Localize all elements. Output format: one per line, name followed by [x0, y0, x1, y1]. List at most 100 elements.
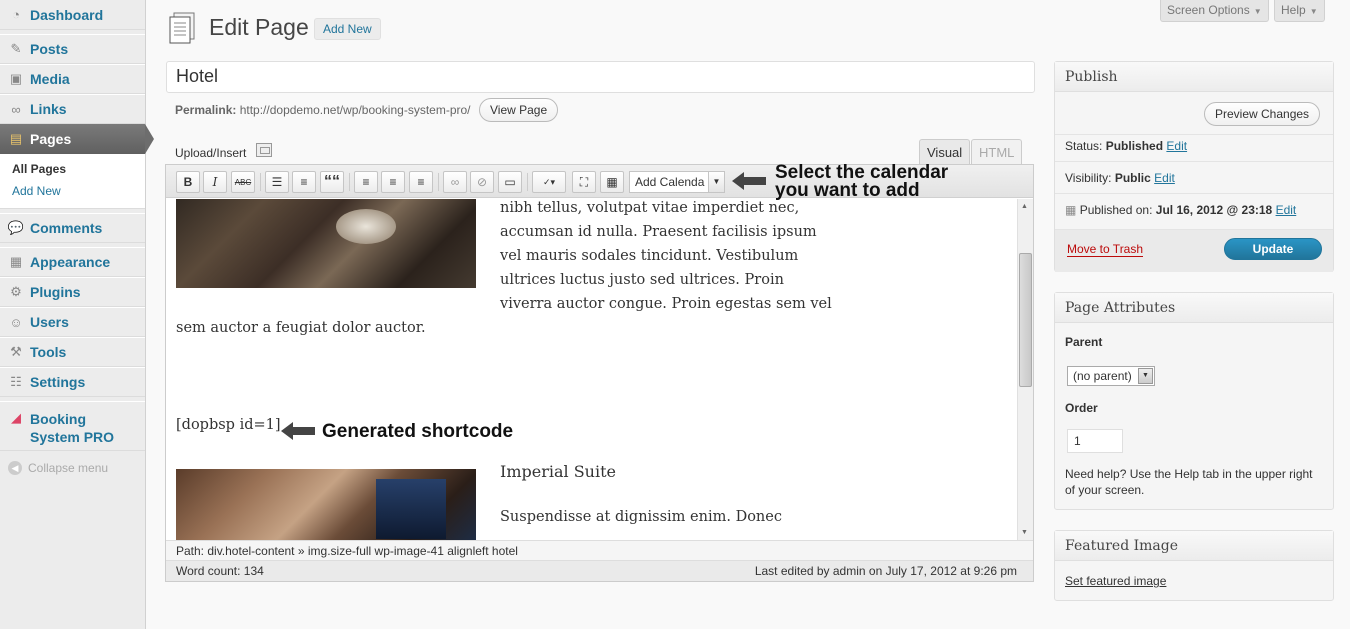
- update-button[interactable]: Update: [1224, 238, 1322, 260]
- suite-heading: Imperial Suite: [500, 462, 616, 481]
- editor: B I ABC ☰ ≡ ““ ≡ ≡ ≡ ∞ ⊘ ▭ ✓▾ ⛶ ▦ Add Ca…: [165, 164, 1034, 582]
- unlink-icon: ⊘: [476, 175, 488, 189]
- add-new-button[interactable]: Add New: [314, 18, 381, 40]
- plugin-icon: ⚙: [10, 284, 22, 299]
- menu-dashboard[interactable]: ◔ Dashboard: [0, 0, 145, 30]
- menu-label: Comments: [30, 220, 103, 236]
- menu-pages[interactable]: ▤ Pages: [0, 124, 154, 154]
- move-to-trash-link[interactable]: Move to Trash: [1067, 242, 1144, 257]
- screen-options-label: Screen Options: [1167, 3, 1250, 17]
- chevron-down-icon: ▼: [708, 172, 724, 192]
- more-tag-button[interactable]: ▭: [498, 171, 522, 193]
- add-calendar-select[interactable]: Add Calenda ▼: [629, 171, 725, 193]
- edit-visibility-link[interactable]: Edit: [1154, 171, 1175, 185]
- order-input[interactable]: 1: [1067, 429, 1123, 453]
- visibility-label: Visibility:: [1065, 171, 1112, 185]
- italic-button[interactable]: I: [203, 171, 227, 193]
- collapse-menu[interactable]: ◀ Collapse menu: [0, 451, 145, 485]
- editor-scrollbar[interactable]: ▲ ▼: [1017, 199, 1033, 540]
- paragraph-line: accumsan id nulla. Praesent facilisis ip…: [500, 224, 817, 240]
- submenu-add-new[interactable]: Add New: [12, 180, 145, 202]
- dashboard-icon: ◔: [12, 7, 20, 22]
- published-on-value: Jul 16, 2012 @ 23:18: [1155, 203, 1273, 217]
- annotation-calendar-line2: you want to add: [775, 180, 920, 201]
- status-row: Status: Published Edit: [1065, 139, 1187, 153]
- menu-label: Media: [30, 71, 70, 87]
- editor-content[interactable]: nibh tellus, volutpat vitae imperdiet ne…: [166, 199, 1018, 540]
- published-on-label: Published on:: [1079, 203, 1153, 217]
- menu-links[interactable]: ∞ Links: [0, 94, 145, 124]
- insert-link-button[interactable]: ∞: [443, 171, 467, 193]
- edit-date-link[interactable]: Edit: [1276, 203, 1297, 217]
- publish-title: Publish: [1055, 62, 1333, 92]
- page-title: Edit Page: [209, 14, 309, 40]
- permalink: Permalink: http://dopdemo.net/wp/booking…: [175, 103, 471, 117]
- menu-settings[interactable]: ☷ Settings: [0, 367, 145, 397]
- link-icon: ∞: [450, 175, 460, 189]
- divider: [1055, 193, 1333, 194]
- tab-html[interactable]: HTML: [971, 139, 1023, 165]
- align-left-button[interactable]: ≡: [354, 171, 378, 193]
- admin-sidebar: ◔ Dashboard ✎ Posts ▣ Media ∞ Links ▤ Pages A…: [0, 0, 154, 629]
- menu-plugins[interactable]: ⚙ Plugins: [0, 277, 145, 307]
- spellcheck-button[interactable]: ✓▾: [532, 171, 566, 193]
- menu-label: Links: [30, 101, 67, 117]
- screen-options-tab[interactable]: Screen Options ▼: [1160, 0, 1269, 22]
- media-icon: ▣: [9, 71, 23, 86]
- permalink-url[interactable]: http://dopdemo.net/wp/booking-system-pro…: [240, 103, 471, 117]
- unlink-button[interactable]: ⊘: [470, 171, 494, 193]
- view-page-button[interactable]: View Page: [479, 98, 559, 122]
- fullscreen-button[interactable]: ⛶: [572, 171, 596, 193]
- align-center-button[interactable]: ≡: [381, 171, 405, 193]
- title-input[interactable]: Hotel: [166, 61, 1035, 93]
- parent-select[interactable]: (no parent) ▼: [1067, 366, 1155, 386]
- set-featured-image-link[interactable]: Set featured image: [1065, 574, 1166, 588]
- menu-label: Tools: [30, 344, 67, 360]
- menu-tools[interactable]: ⚒ Tools: [0, 337, 145, 367]
- featured-image-box: Featured Image Set featured image: [1054, 530, 1334, 601]
- align-right-button[interactable]: ≡: [409, 171, 433, 193]
- align-center-icon: ≡: [389, 175, 397, 189]
- link-icon: ∞: [11, 101, 21, 117]
- add-media-icon[interactable]: [256, 143, 272, 157]
- scrollbar-thumb[interactable]: [1019, 253, 1032, 387]
- paragraph-line: viverra auctor congue. Proin egestas sem…: [500, 296, 832, 312]
- menu-label: Posts: [30, 41, 69, 57]
- shortcode-text: [dopbsp id=1]: [176, 417, 281, 433]
- bold-button[interactable]: B: [176, 171, 200, 193]
- numbered-list-button[interactable]: ≡: [292, 171, 316, 193]
- appearance-icon: ▦: [9, 254, 23, 269]
- parent-label: Parent: [1065, 335, 1103, 349]
- scroll-down-icon[interactable]: ▼: [1021, 529, 1028, 536]
- menu-media[interactable]: ▣ Media: [0, 64, 145, 94]
- strikethrough-button[interactable]: ABC: [231, 171, 255, 193]
- menu-booking-system[interactable]: ◢ Booking System PRO: [0, 401, 145, 451]
- menu-posts[interactable]: ✎ Posts: [0, 34, 145, 64]
- divider: [1055, 161, 1333, 162]
- menu-label: Users: [30, 314, 69, 330]
- kitchen-sink-button[interactable]: ▦: [600, 171, 624, 193]
- menu-users[interactable]: ☺ Users: [0, 307, 145, 337]
- toolbar-separator: [260, 173, 261, 191]
- restaurant-image: [176, 199, 476, 288]
- bullet-list-button[interactable]: ☰: [265, 171, 289, 193]
- published-on-row: ▦ Published on: Jul 16, 2012 @ 23:18 Edi…: [1065, 203, 1296, 217]
- blockquote-button[interactable]: ““: [320, 171, 344, 193]
- help-tab[interactable]: Help ▼: [1274, 0, 1325, 22]
- help-label: Help: [1281, 3, 1306, 17]
- help-text-line: of your screen.: [1065, 483, 1145, 497]
- toolbar-separator: [527, 173, 528, 191]
- scroll-up-icon[interactable]: ▲: [1021, 203, 1028, 210]
- tools-icon: ⚒: [10, 344, 22, 359]
- submenu-all-pages[interactable]: All Pages: [12, 158, 145, 180]
- featured-image-title: Featured Image: [1055, 531, 1333, 561]
- menu-label: Plugins: [30, 284, 81, 300]
- align-right-icon: ≡: [417, 175, 425, 189]
- last-edited: Last edited by admin on July 17, 2012 at…: [754, 564, 1017, 578]
- preview-changes-button[interactable]: Preview Changes: [1204, 102, 1321, 126]
- menu-appearance[interactable]: ▦ Appearance: [0, 247, 145, 277]
- menu-label: Pages: [30, 131, 72, 147]
- align-left-icon: ≡: [362, 175, 370, 189]
- menu-comments[interactable]: 💬 Comments: [0, 213, 145, 243]
- edit-status-link[interactable]: Edit: [1166, 139, 1187, 153]
